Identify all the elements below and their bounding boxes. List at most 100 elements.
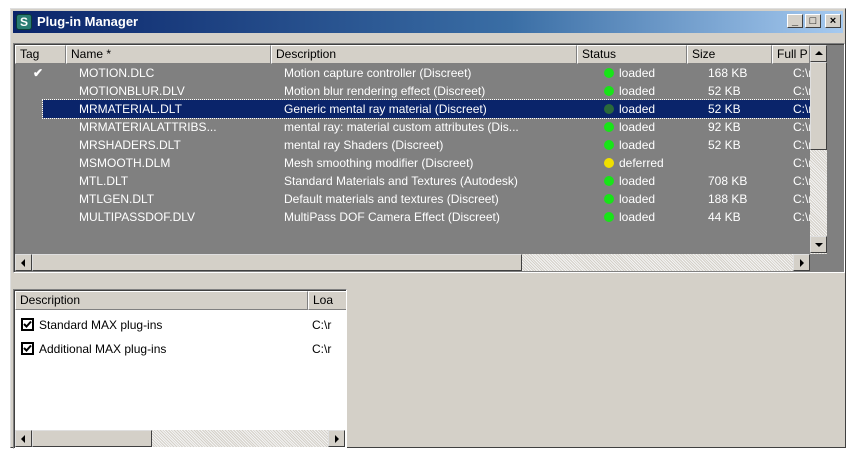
row-name: MTLGEN.DLT bbox=[79, 192, 155, 206]
plugin-row[interactable]: MTLGEN.DLT Default materials and textures… bbox=[15, 190, 810, 208]
plugin-list-view[interactable]: Tag Name * Description Status Size Full … bbox=[13, 43, 845, 273]
maximize-button[interactable]: □ bbox=[805, 14, 821, 28]
scroll-left-button[interactable] bbox=[15, 254, 32, 271]
checkmark-icon bbox=[23, 344, 32, 352]
plugin-row[interactable]: MTL.DLT Standard Materials and Textures (… bbox=[15, 172, 810, 190]
row-description: MultiPass DOF Camera Effect (Discreet) bbox=[284, 210, 500, 224]
row-status: loaded bbox=[619, 192, 656, 206]
row-description: Motion capture controller (Discreet) bbox=[284, 66, 472, 80]
title-bar[interactable]: S Plug-in Manager _ □ × bbox=[13, 11, 843, 33]
row-path: C:\m bbox=[793, 174, 810, 188]
row-description: mental ray Shaders (Discreet) bbox=[284, 138, 444, 152]
paths-scroll-right-button[interactable] bbox=[328, 430, 345, 447]
row-tag: ✔ bbox=[33, 66, 44, 80]
scroll-down-button[interactable] bbox=[810, 236, 827, 253]
column-header-description[interactable]: Description bbox=[271, 45, 577, 64]
row-status: deferred bbox=[619, 156, 664, 170]
row-path: C:\m bbox=[793, 210, 810, 224]
horizontal-scroll-thumb[interactable] bbox=[32, 254, 522, 271]
row-size: 44 KB bbox=[708, 210, 741, 224]
plugin-row[interactable]: MSMOOTH.DLM Mesh smoothing modifier (Disc… bbox=[15, 154, 810, 172]
row-description: Standard Materials and Textures (Autodes… bbox=[284, 174, 518, 188]
row-path: C:\m bbox=[793, 156, 810, 170]
row-name: MRMATERIALATTRIBS... bbox=[79, 120, 217, 134]
arrow-right-icon bbox=[335, 435, 339, 443]
row-path: C:\m bbox=[793, 192, 810, 206]
plugin-rows: ✔ MOTION.DLC Motion capture controller (Di… bbox=[15, 64, 810, 254]
status-indicator-icon bbox=[604, 158, 614, 168]
row-name: MRSHADERS.DLT bbox=[79, 138, 181, 152]
minimize-button[interactable]: _ bbox=[787, 14, 803, 28]
row-description: Mesh smoothing modifier (Discreet) bbox=[284, 156, 474, 170]
close-button[interactable]: × bbox=[825, 14, 841, 28]
row-description: Default materials and textures (Discreet… bbox=[284, 192, 499, 206]
plugin-row[interactable]: MRMATERIALATTRIBS... mental ray: material… bbox=[15, 118, 810, 136]
row-status: loaded bbox=[619, 66, 656, 80]
column-header-full-path[interactable]: Full P bbox=[772, 45, 810, 64]
row-status: loaded bbox=[619, 210, 656, 224]
row-path: C:\m bbox=[793, 102, 810, 116]
vertical-scroll-thumb[interactable] bbox=[810, 62, 827, 150]
row-status: loaded bbox=[619, 174, 656, 188]
row-description: Generic mental ray material (Discreet) bbox=[284, 102, 487, 116]
paths-horizontal-scroll-thumb[interactable] bbox=[32, 430, 152, 447]
arrow-left-icon bbox=[21, 259, 25, 267]
plugin-row[interactable]: MULTIPASSDOF.DLV MultiPass DOF Camera Eff… bbox=[15, 208, 810, 226]
row-name: MRMATERIAL.DLT bbox=[79, 102, 182, 116]
plugin-manager-window: S Plug-in Manager _ □ × Tag Name * Descr… bbox=[10, 8, 846, 449]
path-description: Additional MAX plug-ins bbox=[39, 342, 167, 356]
plugin-row[interactable]: MOTIONBLUR.DLV Motion blur rendering effe… bbox=[15, 82, 810, 100]
status-indicator-icon bbox=[604, 140, 614, 150]
column-header-tag[interactable]: Tag bbox=[15, 45, 66, 64]
plugin-row[interactable]: MRSHADERS.DLT mental ray Shaders (Discree… bbox=[15, 136, 810, 154]
row-name: MOTION.DLC bbox=[79, 66, 155, 80]
column-header-name[interactable]: Name * bbox=[66, 45, 271, 64]
row-size: 92 KB bbox=[708, 120, 741, 134]
status-indicator-icon bbox=[604, 212, 614, 222]
paths-scroll-left-button[interactable] bbox=[15, 430, 32, 447]
path-row[interactable]: Standard MAX plug-ins C:\r bbox=[15, 315, 345, 335]
checkmark-icon bbox=[23, 320, 32, 328]
row-description: mental ray: material custom attributes (… bbox=[284, 120, 519, 134]
row-size: 52 KB bbox=[708, 84, 741, 98]
path-location: C:\r bbox=[312, 318, 332, 332]
status-indicator-icon bbox=[604, 194, 614, 204]
app-logo-icon: S bbox=[16, 14, 32, 30]
row-name: MOTIONBLUR.DLV bbox=[79, 84, 185, 98]
status-indicator-icon bbox=[604, 104, 614, 114]
arrow-left-icon bbox=[21, 435, 25, 443]
row-name: MSMOOTH.DLM bbox=[79, 156, 171, 170]
row-status: loaded bbox=[619, 84, 656, 98]
plugin-paths-list[interactable]: Description Loa Standard MAX plug-ins C:… bbox=[13, 289, 347, 449]
row-size: 188 KB bbox=[708, 192, 748, 206]
plugin-row[interactable]: ✔ MOTION.DLC Motion capture controller (Di… bbox=[15, 64, 810, 82]
plugin-row[interactable]: MRMATERIAL.DLT Generic mental ray materia… bbox=[15, 99, 810, 119]
path-row[interactable]: Additional MAX plug-ins C:\r bbox=[15, 339, 345, 359]
status-indicator-icon bbox=[604, 68, 614, 78]
status-indicator-icon bbox=[604, 122, 614, 132]
paths-header-location[interactable]: Loa bbox=[308, 291, 346, 310]
path-description: Standard MAX plug-ins bbox=[39, 318, 163, 332]
scroll-right-button[interactable] bbox=[793, 254, 810, 271]
path-location: C:\r bbox=[312, 342, 332, 356]
paths-header-description[interactable]: Description bbox=[15, 291, 308, 310]
arrow-down-icon bbox=[815, 243, 823, 247]
checkbox-additional-max-plugins[interactable] bbox=[21, 342, 34, 355]
row-path: C:\m bbox=[793, 138, 810, 152]
row-size: 168 KB bbox=[708, 66, 748, 80]
arrow-right-icon bbox=[800, 259, 804, 267]
row-status: loaded bbox=[619, 138, 656, 152]
row-size: 52 KB bbox=[708, 138, 741, 152]
column-header-size[interactable]: Size bbox=[687, 45, 772, 64]
window-title: Plug-in Manager bbox=[37, 14, 139, 29]
arrow-up-icon bbox=[815, 51, 823, 55]
checkbox-standard-max-plugins[interactable] bbox=[21, 318, 34, 331]
column-header-status[interactable]: Status bbox=[577, 45, 687, 64]
scroll-up-button[interactable] bbox=[810, 45, 827, 62]
row-size: 708 KB bbox=[708, 174, 748, 188]
row-path: C:\m bbox=[793, 66, 810, 80]
row-status: loaded bbox=[619, 102, 656, 116]
row-path: C:\m bbox=[793, 84, 810, 98]
row-status: loaded bbox=[619, 120, 656, 134]
row-name: MTL.DLT bbox=[79, 174, 129, 188]
